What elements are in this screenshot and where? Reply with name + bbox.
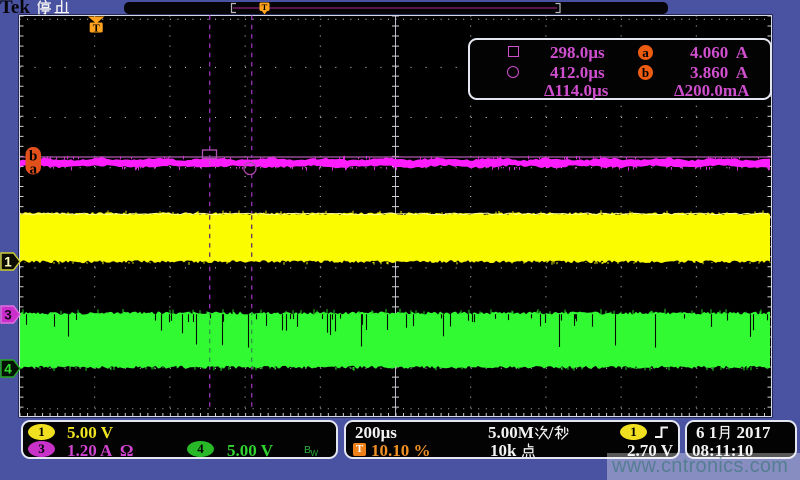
svg-text:a: a (29, 162, 37, 178)
svg-text:3: 3 (4, 308, 12, 323)
svg-text:1: 1 (4, 255, 12, 270)
svg-text:T: T (93, 23, 100, 34)
svg-text:4: 4 (4, 362, 12, 377)
